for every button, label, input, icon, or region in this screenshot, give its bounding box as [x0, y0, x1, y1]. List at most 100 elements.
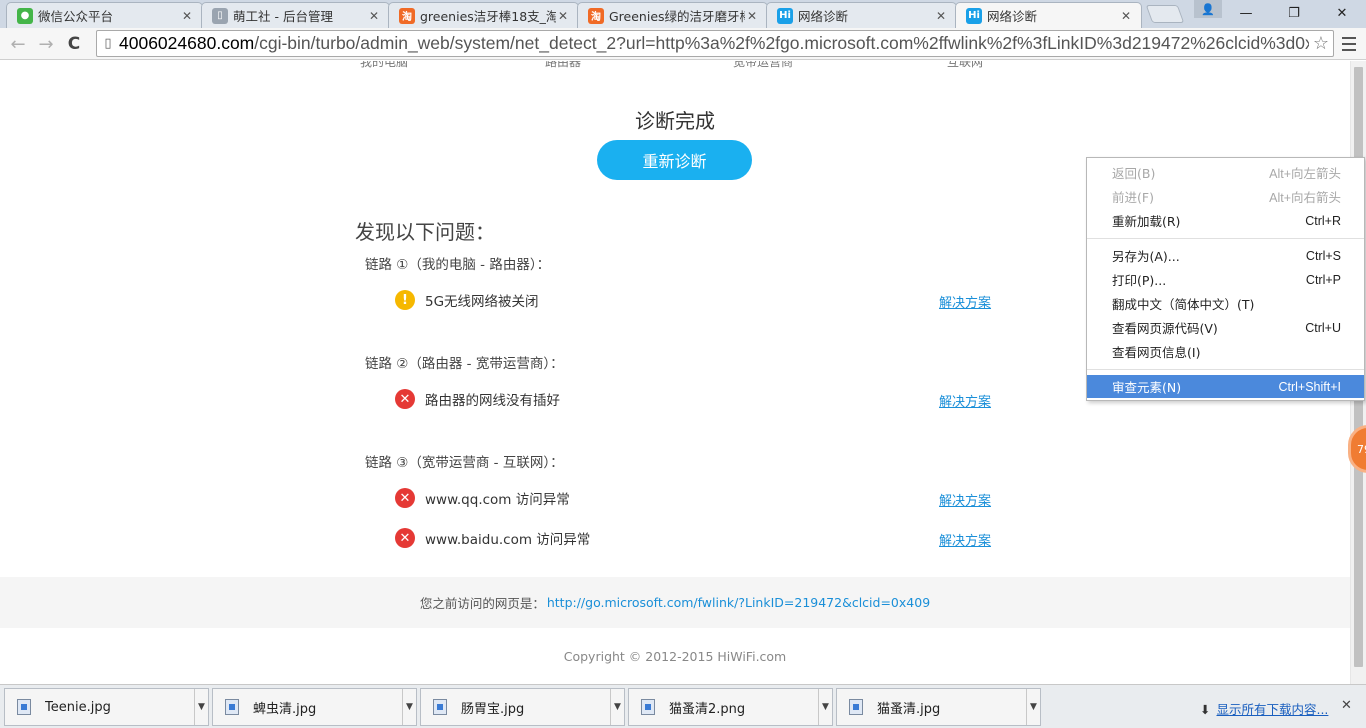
browser-tab[interactable]: Hi 网络诊断 ✕ [955, 2, 1142, 28]
image-file-icon [433, 699, 447, 715]
ctx-page-info[interactable]: 查看网页信息(I) [1087, 340, 1364, 363]
download-filename: 肠胃宝.jpg [461, 701, 525, 717]
ctx-shortcut: Ctrl+S [1305, 248, 1341, 263]
image-file-icon [849, 699, 863, 715]
issue-item: ✕ www.qq.com 访问异常 [395, 488, 570, 508]
error-icon: ✕ [395, 488, 415, 508]
solution-link[interactable]: 解决方案 [939, 292, 991, 311]
tab-close-icon[interactable]: ✕ [934, 9, 948, 23]
tab-close-icon[interactable]: ✕ [556, 9, 570, 23]
browser-tab[interactable]: ● 微信公众平台 ✕ [6, 2, 203, 28]
download-menu-arrow[interactable]: ▼ [610, 689, 624, 725]
ctx-forward[interactable]: 前进(F) Alt+向右箭头 [1087, 185, 1364, 208]
previous-page-link[interactable]: http://go.microsoft.com/fwlink/?LinkID=2… [547, 595, 930, 610]
download-item[interactable]: 猫蚤清.jpg ▼ [836, 688, 1041, 726]
page-icon: ▯ [104, 36, 112, 51]
show-all-label: 显示所有下载内容... [1216, 702, 1329, 717]
tab-title: 网络诊断 [798, 9, 849, 24]
previous-page-bar: 您之前访问的网页是： http://go.microsoft.com/fwlin… [0, 577, 1350, 628]
ctx-save-as[interactable]: 另存为(A)... Ctrl+S [1087, 244, 1364, 267]
link-2-label: 链路 ②（路由器 - 宽带运营商）： [365, 356, 564, 372]
download-arrow-icon: ⬇ [1200, 702, 1211, 717]
ctx-inspect[interactable]: 审查元素(N) Ctrl+Shift+I [1087, 375, 1364, 398]
ctx-label: 返回(B) [1112, 166, 1156, 181]
ctx-shortcut: Ctrl+P [1305, 272, 1341, 287]
tab-close-icon[interactable]: ✕ [1119, 9, 1133, 23]
page-icon: ▯ [212, 7, 228, 24]
download-item[interactable]: 肠胃宝.jpg ▼ [420, 688, 625, 726]
issue-item: ✕ www.baidu.com 访问异常 [395, 528, 590, 548]
tab-title: greenies洁牙棒18支_淘宝 [420, 9, 556, 24]
ctx-reload[interactable]: 重新加载(R) Ctrl+R [1087, 209, 1364, 232]
download-item[interactable]: 蜱虫清.jpg ▼ [212, 688, 417, 726]
label-isp: 宽带运营商 [733, 61, 794, 69]
tab-title: Greenies绿的洁牙磨牙棒 [609, 9, 745, 24]
forward-arrow-icon[interactable]: → [34, 32, 58, 56]
rediagnose-button[interactable]: 重新诊断 [597, 140, 752, 180]
image-file-icon [225, 699, 239, 715]
back-arrow-icon[interactable]: ← [6, 32, 30, 56]
close-window-button[interactable]: ✕ [1318, 0, 1366, 26]
context-menu: 返回(B) Alt+向左箭头 前进(F) Alt+向右箭头 重新加载(R) Ctrl+… [1086, 157, 1365, 401]
download-menu-arrow[interactable]: ▼ [1026, 689, 1040, 725]
solution-link[interactable]: 解决方案 [939, 530, 991, 549]
minimize-button[interactable]: — [1222, 0, 1270, 26]
solution-link[interactable]: 解决方案 [939, 490, 991, 509]
tab-title: 萌工社 - 后台管理 [233, 9, 333, 24]
link-1-label: 链路 ①（我的电脑 - 路由器）： [365, 257, 551, 273]
ctx-back[interactable]: 返回(B) Alt+向左箭头 [1087, 161, 1364, 184]
ctx-label: 打印(P)... [1112, 273, 1167, 288]
tab-strip: ● 微信公众平台 ✕ ▯ 萌工社 - 后台管理 ✕ 淘 greenies洁牙棒18支_淘宝 ✕ 淘… [0, 0, 1366, 28]
ctx-print[interactable]: 打印(P)... Ctrl+P [1087, 268, 1364, 291]
browser-tab[interactable]: Hi 网络诊断 ✕ [766, 2, 957, 28]
url-path: /cgi-bin/turbo/admin_web/system/net_dete… [254, 33, 1309, 53]
download-filename: 猫蚤清.jpg [877, 701, 941, 717]
tab-close-icon[interactable]: ✕ [180, 9, 194, 23]
address-bar[interactable]: ▯ 4006024680.com/cgi-bin/turbo/admin_web… [96, 30, 1334, 57]
hiwifi-icon: Hi [777, 7, 793, 24]
download-filename: 蜱虫清.jpg [253, 701, 317, 717]
hiwifi-icon: Hi [966, 7, 982, 24]
download-filename: 猫蚤清2.png [669, 701, 746, 717]
warning-icon: ! [395, 290, 415, 310]
browser-tab[interactable]: 淘 greenies洁牙棒18支_淘宝 ✕ [388, 2, 579, 28]
download-item[interactable]: Teenie.jpg ▼ [4, 688, 209, 726]
bookmark-star-icon[interactable]: ☆ [1309, 33, 1333, 54]
error-icon: ✕ [395, 389, 415, 409]
ctx-shortcut: Ctrl+Shift+I [1278, 379, 1341, 394]
download-menu-arrow[interactable]: ▼ [818, 689, 832, 725]
ctx-separator [1087, 238, 1364, 239]
new-tab-button[interactable] [1145, 5, 1185, 23]
tab-close-icon[interactable]: ✕ [367, 9, 381, 23]
show-all-downloads-link[interactable]: ⬇ 显示所有下载内容... [1200, 699, 1328, 718]
wechat-icon: ● [17, 7, 33, 24]
ctx-label: 前进(F) [1112, 190, 1154, 205]
tab-title: 微信公众平台 [38, 9, 114, 24]
download-menu-arrow[interactable]: ▼ [402, 689, 416, 725]
error-icon: ✕ [395, 528, 415, 548]
tab-close-icon[interactable]: ✕ [745, 9, 759, 23]
ctx-view-source[interactable]: 查看网页源代码(V) Ctrl+U [1087, 316, 1364, 339]
label-router: 路由器 [545, 61, 582, 69]
ctx-shortcut: Alt+向左箭头 [1269, 167, 1341, 181]
ctx-label: 查看网页信息(I) [1112, 345, 1201, 360]
url-host: 4006024680.com [119, 33, 255, 53]
ctx-translate[interactable]: 翻成中文（简体中文）(T) [1087, 292, 1364, 315]
close-shelf-icon[interactable]: ✕ [1341, 698, 1352, 713]
restore-button[interactable]: ❐ [1270, 0, 1318, 26]
download-menu-arrow[interactable]: ▼ [194, 689, 208, 725]
browser-tab[interactable]: ▯ 萌工社 - 后台管理 ✕ [201, 2, 390, 28]
issue-item: ! 5G无线网络被关闭 [395, 290, 539, 310]
taobao-icon: 淘 [399, 7, 415, 24]
browser-tab[interactable]: 淘 Greenies绿的洁牙磨牙棒 ✕ [577, 2, 768, 28]
reload-icon[interactable]: C [62, 32, 86, 56]
download-item[interactable]: 猫蚤清2.png ▼ [628, 688, 833, 726]
chrome-menu-icon[interactable] [1339, 34, 1359, 54]
link-3-label: 链路 ③（宽带运营商 - 互联网）： [365, 455, 564, 471]
solution-link[interactable]: 解决方案 [939, 391, 991, 410]
image-file-icon [641, 699, 655, 715]
link-diagram-labels: 我的电脑 路由器 宽带运营商 互联网 [0, 61, 1350, 69]
user-avatar-icon[interactable]: 👤 [1194, 0, 1222, 18]
copyright-text: Copyright © 2012-2015 HiWiFi.com [563, 649, 787, 664]
url-text[interactable]: 4006024680.com/cgi-bin/turbo/admin_web/s… [119, 33, 1309, 54]
